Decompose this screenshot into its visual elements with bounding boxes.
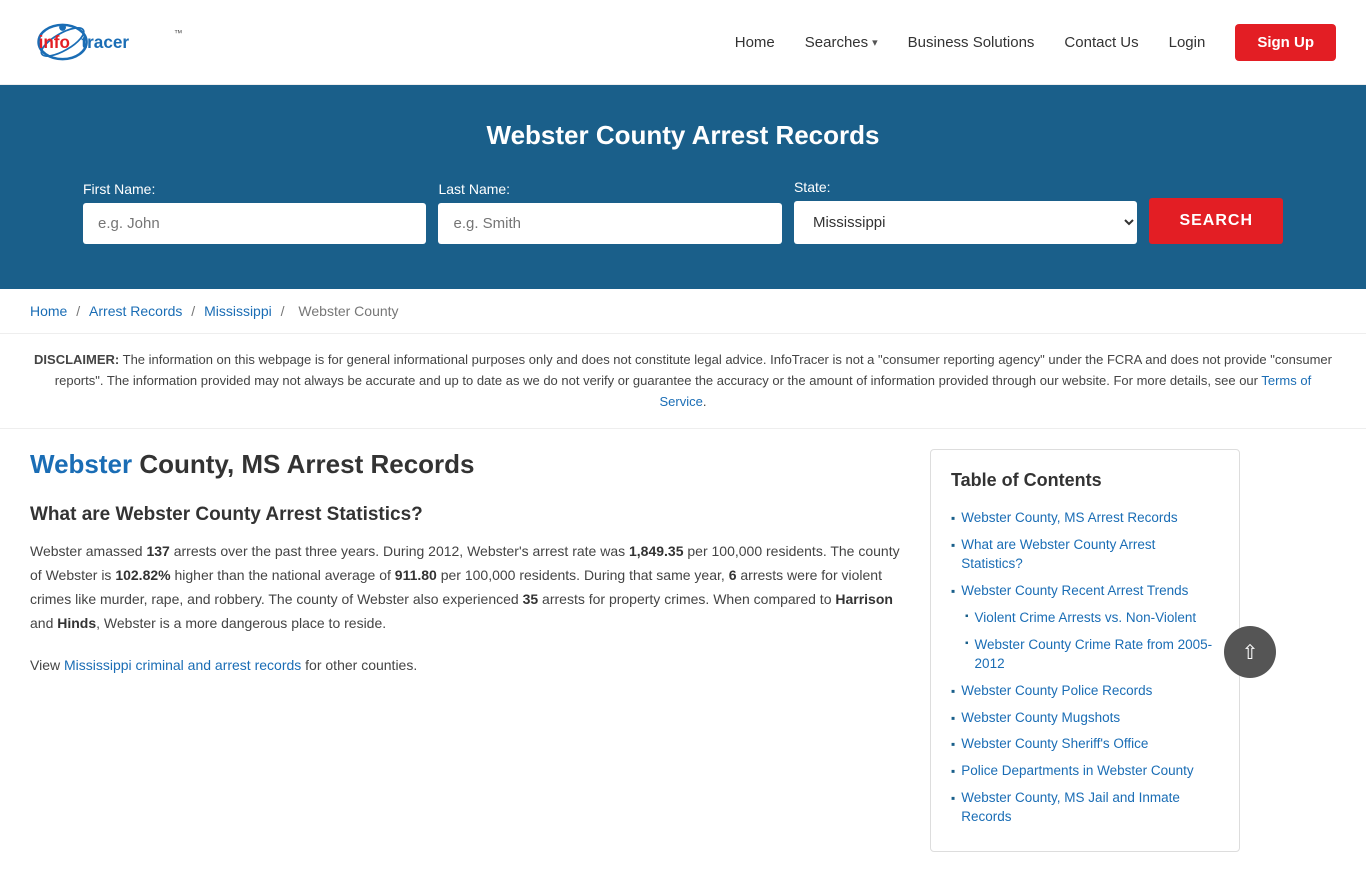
nav-home[interactable]: Home	[735, 34, 775, 51]
toc-item-1: Webster County, MS Arrest Records	[951, 505, 1219, 532]
article-title: Webster County, MS Arrest Records	[30, 449, 900, 480]
toc-sublink-2[interactable]: Webster County Crime Rate from 2005-2012	[975, 636, 1219, 674]
toc-section: Table of Contents Webster County, MS Arr…	[930, 449, 1240, 852]
main-nav: Home Searches ▾ Business Solutions Conta…	[735, 24, 1336, 61]
ms-records-link[interactable]: Mississippi criminal and arrest records	[64, 657, 301, 673]
nav-login[interactable]: Login	[1169, 34, 1206, 51]
toc-item-6: Webster County Sheriff's Office	[951, 731, 1219, 758]
last-name-label: Last Name:	[438, 181, 781, 197]
nav-business-solutions[interactable]: Business Solutions	[908, 34, 1035, 51]
toc-item-4: Webster County Police Records	[951, 678, 1219, 705]
toc-item-5: Webster County Mugshots	[951, 705, 1219, 732]
site-header: info tracer ™ Home Searches ▾ Business S…	[0, 0, 1366, 85]
state-group: State: Mississippi Alabama Alaska Arizon…	[794, 179, 1137, 244]
article-section: Webster County, MS Arrest Records What a…	[30, 449, 930, 852]
svg-text:info: info	[39, 32, 70, 52]
stat-property: 35	[523, 591, 539, 607]
toc-link-3[interactable]: Webster County Recent Arrest Trends	[961, 582, 1188, 601]
article-paragraph-1: Webster amassed 137 arrests over the pas…	[30, 540, 900, 635]
first-name-label: First Name:	[83, 181, 426, 197]
table-of-contents: Table of Contents Webster County, MS Arr…	[930, 449, 1240, 852]
toc-subitem-1: Violent Crime Arrests vs. Non-Violent	[965, 605, 1219, 632]
disclaimer-text: The information on this webpage is for g…	[55, 352, 1332, 388]
disclaimer-section: DISCLAIMER: The information on this webp…	[0, 334, 1366, 429]
toc-item-2: What are Webster County Arrest Statistic…	[951, 532, 1219, 578]
toc-link-5[interactable]: Webster County Mugshots	[961, 709, 1120, 728]
search-form: First Name: Last Name: State: Mississipp…	[83, 179, 1283, 244]
main-content: Webster County, MS Arrest Records What a…	[0, 429, 1366, 872]
first-name-input[interactable]	[83, 203, 426, 244]
toc-sublink-1[interactable]: Violent Crime Arrests vs. Non-Violent	[975, 609, 1197, 628]
stat-arrests: 137	[146, 543, 169, 559]
breadcrumb-webster-county: Webster County	[298, 303, 398, 319]
toc-link-6[interactable]: Webster County Sheriff's Office	[961, 735, 1148, 754]
disclaimer-label: DISCLAIMER:	[34, 352, 119, 367]
nav-contact-us[interactable]: Contact Us	[1064, 34, 1138, 51]
toc-link-8[interactable]: Webster County, MS Jail and Inmate Recor…	[961, 789, 1219, 827]
last-name-group: Last Name:	[438, 181, 781, 244]
breadcrumb-home[interactable]: Home	[30, 303, 67, 319]
article-subtitle: What are Webster County Arrest Statistic…	[30, 504, 900, 526]
article-paragraph-2: View Mississippi criminal and arrest rec…	[30, 654, 900, 678]
toc-item-8: Webster County, MS Jail and Inmate Recor…	[951, 785, 1219, 831]
nav-signup[interactable]: Sign Up	[1235, 24, 1336, 61]
compare-harrison: Harrison	[835, 591, 893, 607]
stat-percent-higher: 102.82%	[115, 567, 170, 583]
breadcrumb: Home / Arrest Records / Mississippi / We…	[0, 289, 1366, 334]
breadcrumb-sep-2: /	[191, 303, 199, 319]
nav-searches[interactable]: Searches ▾	[805, 34, 878, 51]
svg-text:™: ™	[174, 28, 183, 38]
toc-link-2[interactable]: What are Webster County Arrest Statistic…	[961, 536, 1219, 574]
article-title-highlight: Webster	[30, 449, 132, 479]
first-name-group: First Name:	[83, 181, 426, 244]
stat-national-avg: 911.80	[395, 567, 437, 583]
breadcrumb-sep-1: /	[76, 303, 84, 319]
chevron-up-icon: ⇧	[1242, 640, 1259, 665]
scroll-to-top-button[interactable]: ⇧	[1224, 626, 1276, 678]
toc-item-3: Webster County Recent Arrest Trends	[951, 578, 1219, 605]
breadcrumb-arrest-records[interactable]: Arrest Records	[89, 303, 182, 319]
breadcrumb-sep-3: /	[281, 303, 289, 319]
search-button[interactable]: SEARCH	[1149, 198, 1283, 244]
toc-sublist: Violent Crime Arrests vs. Non-Violent We…	[951, 605, 1219, 678]
toc-subitem-2: Webster County Crime Rate from 2005-2012	[965, 632, 1219, 678]
disclaimer-end: .	[703, 394, 707, 409]
stat-arrest-rate: 1,849.35	[629, 543, 684, 559]
page-title: Webster County Arrest Records	[30, 120, 1336, 151]
toc-item-7: Police Departments in Webster County	[951, 758, 1219, 785]
logo[interactable]: info tracer ™	[30, 12, 201, 72]
searches-dropdown-icon: ▾	[872, 36, 878, 49]
state-label: State:	[794, 179, 1137, 195]
state-select[interactable]: Mississippi Alabama Alaska Arizona Arkan…	[794, 201, 1137, 244]
toc-link-7[interactable]: Police Departments in Webster County	[961, 762, 1193, 781]
hero-section: Webster County Arrest Records First Name…	[0, 85, 1366, 289]
toc-list: Webster County, MS Arrest Records What a…	[951, 505, 1219, 831]
compare-hinds: Hinds	[57, 615, 96, 631]
toc-heading: Table of Contents	[951, 470, 1219, 491]
article-title-rest: County, MS Arrest Records	[132, 449, 474, 479]
svg-text:tracer: tracer	[81, 32, 129, 52]
last-name-input[interactable]	[438, 203, 781, 244]
toc-link-1[interactable]: Webster County, MS Arrest Records	[961, 509, 1177, 528]
breadcrumb-mississippi[interactable]: Mississippi	[204, 303, 272, 319]
toc-link-4[interactable]: Webster County Police Records	[961, 682, 1152, 701]
